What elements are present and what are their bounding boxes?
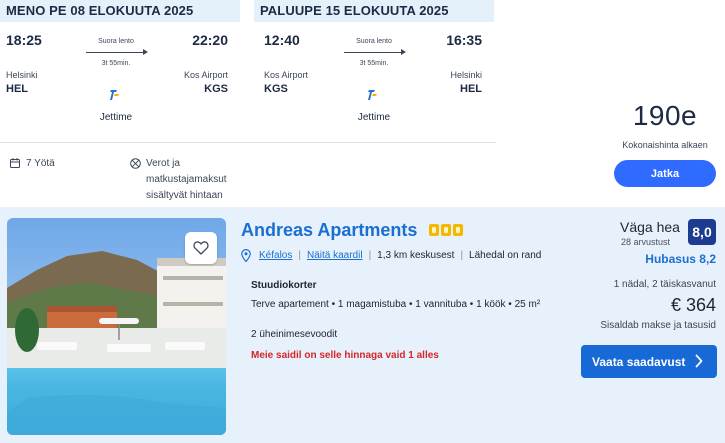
distance-from-center: 1,3 km keskusest — [377, 250, 455, 261]
outbound-departure-code: HEL — [6, 83, 28, 95]
rating-label: Väga hea — [620, 219, 680, 235]
star-icon — [429, 224, 439, 236]
return-duration: 3t 55min. — [359, 60, 389, 67]
separator: | — [460, 250, 464, 261]
return-departure-code: KGS — [264, 83, 288, 95]
separator: | — [298, 250, 301, 261]
taxes-label: Verot ja matkustajamaksut sisältyvät hin… — [146, 158, 227, 201]
flight-divider — [0, 142, 496, 143]
nights-feature: 7 Yötä — [10, 156, 55, 172]
separator: | — [368, 250, 372, 261]
outbound-departure-time: 18:25 — [6, 32, 42, 48]
flight-price: 190e — [632, 100, 698, 131]
return-route: Suora lento 3t 55min. — [338, 38, 410, 67]
location-row: Kéfalos | Näitä kaardil | 1,3 km keskuse… — [241, 249, 541, 262]
route-arrow-icon — [344, 49, 406, 57]
return-arrival-code: HEL — [460, 83, 482, 95]
outbound-duration: 3t 55min. — [101, 60, 131, 67]
show-on-map-link[interactable]: Näitä kaardil — [307, 250, 363, 261]
flight-card: MENO PE 08 ELOKUUTA 2025 18:25 Suora len… — [0, 0, 725, 207]
hotel-card: Andreas Apartments Kéfalos | Näitä kaard… — [0, 207, 725, 443]
taxes-feature: Verot ja matkustajamaksut sisältyvät hin… — [130, 156, 240, 204]
room-description: Terve apartement • 1 magamistuba • 1 van… — [251, 299, 541, 310]
review-count[interactable]: 28 arvustust — [621, 237, 670, 247]
continue-button[interactable]: Jatka — [614, 160, 716, 187]
map-pin-icon — [241, 249, 251, 262]
see-availability-label: Vaata saadavust — [592, 354, 686, 369]
outbound-leg: MENO PE 08 ELOKUUTA 2025 18:25 Suora len… — [0, 0, 240, 145]
flight-price-box: 190e Kokonaishinta alkaen Jatka — [610, 100, 720, 187]
favorite-button[interactable] — [185, 232, 217, 264]
outbound-arrival-time: 22:20 — [192, 32, 228, 48]
outbound-route: Suora lento 3t 55min. — [80, 38, 152, 67]
jettime-logo-icon — [110, 90, 119, 100]
hotel-photo[interactable] — [7, 218, 226, 435]
calendar-icon — [10, 158, 20, 168]
beach-proximity: Lähedal on rand — [469, 250, 542, 261]
chevron-right-icon — [695, 354, 703, 368]
hotel-name-link[interactable]: Andreas Apartments — [241, 220, 417, 241]
return-header: PALUUPE 15 ELOKUUTA 2025 — [254, 0, 494, 22]
flight-price-label: Kokonaishinta alkaen — [622, 140, 708, 150]
outbound-arrival-code: KGS — [204, 83, 228, 95]
bed-info: 2 üheinimesevoodit — [251, 329, 338, 340]
outbound-airline: Jettime — [99, 112, 133, 123]
return-flight-kind: Suora lento — [356, 38, 392, 45]
heart-icon — [193, 241, 209, 255]
room-type: Stuudiokorter — [251, 280, 317, 291]
outbound-arrival-city: Kos Airport — [183, 70, 228, 80]
star-rating — [429, 224, 463, 236]
outbound-header: MENO PE 08 ELOKUUTA 2025 — [0, 0, 240, 22]
return-arrival-city: Helsinki — [450, 70, 482, 80]
route-arrow-icon — [86, 49, 148, 57]
no-fee-icon — [130, 158, 141, 169]
see-availability-button[interactable]: Vaata saadavust — [581, 345, 717, 378]
hotel-price: € 364 — [670, 295, 716, 315]
outbound-flight-kind: Suora lento — [98, 38, 134, 45]
star-icon — [441, 224, 451, 236]
return-departure-city: Kos Airport — [264, 70, 309, 80]
jettime-logo-icon — [368, 90, 377, 100]
stay-info: 1 nädal, 2 täiskasvanut — [613, 279, 716, 290]
outbound-departure-city: Helsinki — [6, 70, 38, 80]
return-arrival-time: 16:35 — [446, 32, 482, 48]
scarcity-message: Meie saidil on selle hinnaga vaid 1 alle… — [251, 350, 439, 361]
review-score-badge: 8,0 — [688, 219, 716, 245]
comfort-rating: Hubasus 8,2 — [645, 252, 716, 266]
star-icon — [453, 224, 463, 236]
price-note: Sisaldab makse ja tasusid — [600, 320, 716, 331]
return-leg: PALUUPE 15 ELOKUUTA 2025 12:40 Suora len… — [254, 0, 494, 145]
return-departure-time: 12:40 — [264, 32, 300, 48]
location-link[interactable]: Kéfalos — [259, 250, 292, 261]
return-airline: Jettime — [357, 112, 391, 123]
